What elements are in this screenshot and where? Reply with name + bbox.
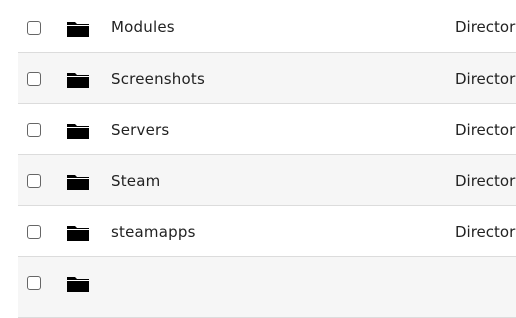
file-type: Director bbox=[455, 223, 516, 241]
row-checkbox[interactable] bbox=[27, 123, 41, 137]
file-type: Director bbox=[455, 70, 516, 88]
file-row[interactable]: Servers Director bbox=[18, 104, 516, 155]
file-row[interactable]: Screenshots Director bbox=[18, 53, 516, 104]
row-checkbox[interactable] bbox=[27, 276, 41, 290]
row-checkbox[interactable] bbox=[27, 72, 41, 86]
file-name[interactable]: steamapps bbox=[111, 222, 196, 242]
file-row[interactable] bbox=[18, 257, 516, 318]
file-row[interactable]: Steam Director bbox=[18, 155, 516, 206]
file-type: Director bbox=[455, 121, 516, 139]
row-checkbox[interactable] bbox=[27, 225, 41, 239]
file-name[interactable]: Steam bbox=[111, 171, 160, 191]
file-type: Director bbox=[455, 172, 516, 190]
folder-icon bbox=[67, 277, 89, 292]
row-checkbox[interactable] bbox=[27, 174, 41, 188]
folder-icon bbox=[67, 175, 89, 190]
file-list: Modules Director Screenshots Director Se… bbox=[18, 1, 516, 318]
file-row[interactable]: Modules Director bbox=[18, 1, 516, 53]
folder-icon bbox=[67, 22, 89, 37]
file-name[interactable]: Modules bbox=[111, 17, 175, 37]
file-type: Director bbox=[455, 18, 516, 36]
file-name[interactable]: Servers bbox=[111, 120, 169, 140]
file-name[interactable]: Screenshots bbox=[111, 69, 205, 89]
file-row[interactable]: steamapps Director bbox=[18, 206, 516, 257]
row-checkbox[interactable] bbox=[27, 21, 41, 35]
folder-icon bbox=[67, 226, 89, 241]
folder-icon bbox=[67, 124, 89, 139]
folder-icon bbox=[67, 73, 89, 88]
